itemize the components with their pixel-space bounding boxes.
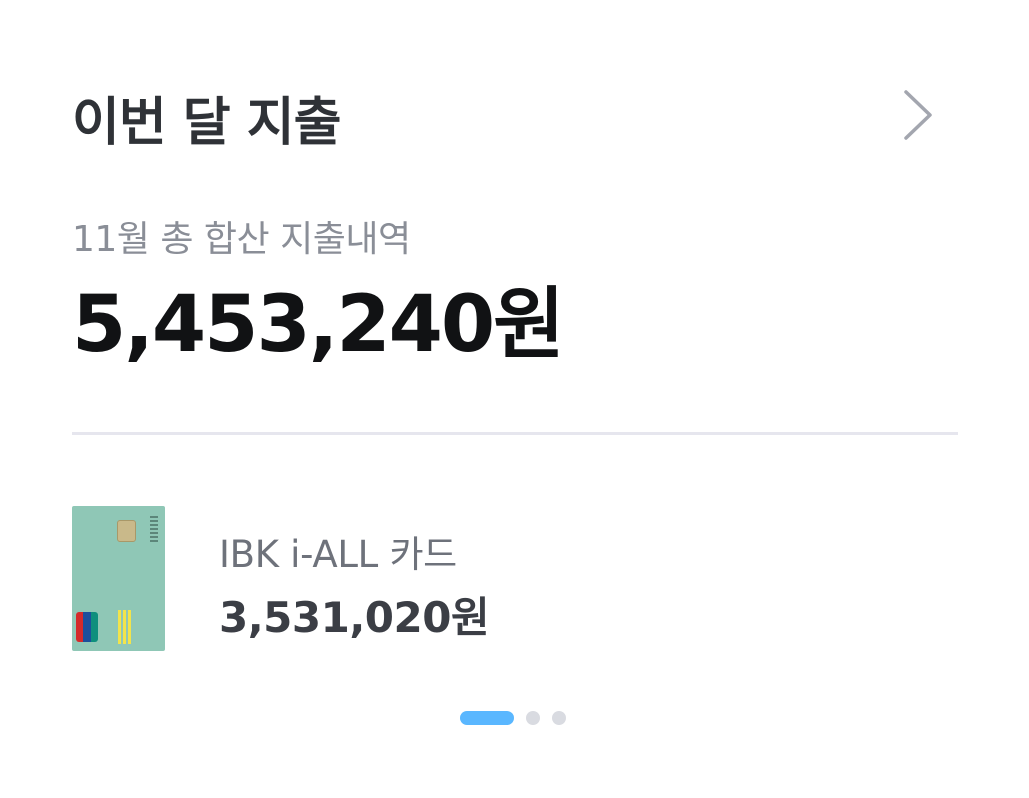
page-dot-1[interactable] [460, 711, 514, 725]
divider [72, 432, 958, 435]
card-name: IBK i-ALL 카드 [219, 533, 457, 576]
unionpay-logo-icon [76, 612, 98, 642]
monthly-spending-widget: 이번 달 지출 11월 총 합산 지출내역 5,453,240원 IBK i-A… [0, 0, 1029, 798]
chevron-right-icon [904, 90, 932, 140]
card-brand-mark [150, 516, 158, 542]
card-chip-icon [117, 520, 136, 542]
card-slogan-mark [118, 610, 132, 644]
card-image [72, 506, 165, 651]
page-dot-2[interactable] [526, 711, 540, 725]
total-amount: 5,453,240원 [72, 280, 565, 370]
page-dot-3[interactable] [552, 711, 566, 725]
total-label: 11월 총 합산 지출내역 [72, 219, 411, 260]
page-indicator [460, 710, 566, 726]
card-item[interactable]: IBK i-ALL 카드 3,531,020원 [72, 506, 942, 652]
card-amount: 3,531,020원 [219, 593, 490, 642]
header: 이번 달 지출 [72, 78, 942, 158]
section-title: 이번 달 지출 [72, 93, 341, 153]
more-button[interactable] [900, 88, 940, 142]
